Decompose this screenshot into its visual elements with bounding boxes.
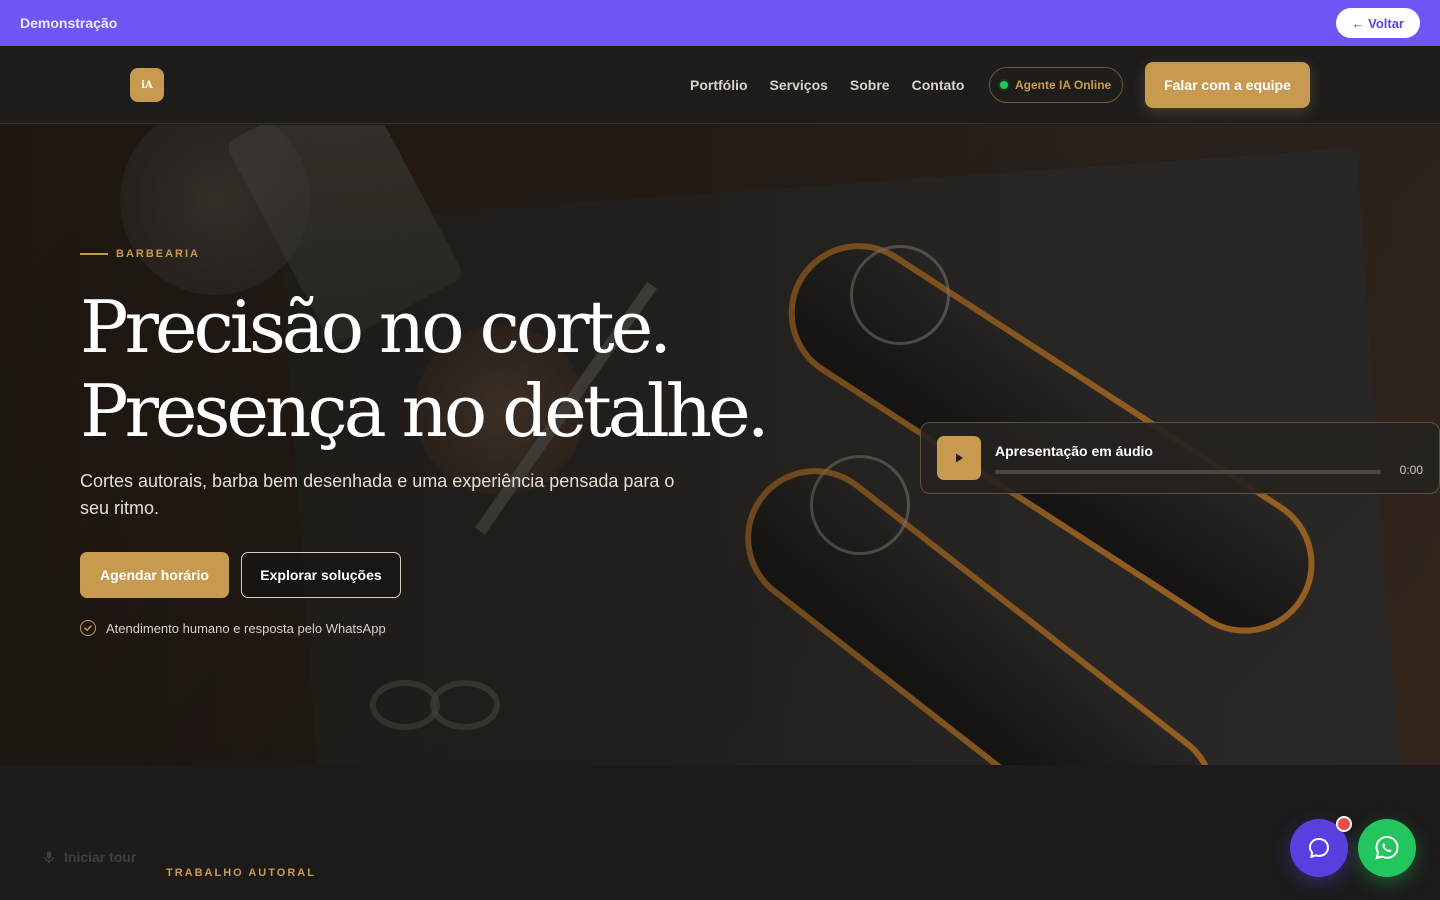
chat-bubble-icon <box>1309 838 1329 858</box>
book-appointment-button[interactable]: Agendar horário <box>80 552 229 598</box>
audio-title: Apresentação em áudio <box>995 442 1153 459</box>
notification-dot <box>1336 816 1352 832</box>
eyebrow-line <box>80 253 108 255</box>
assurance-note: Atendimento humano e resposta pelo Whats… <box>80 620 386 636</box>
portfolio-section: TRABALHO AUTORAL <box>0 765 1440 900</box>
whatsapp-icon <box>1375 835 1399 860</box>
nav-link-sobre[interactable]: Sobre <box>850 77 890 93</box>
nav-link-portfolio[interactable]: Portfólio <box>690 77 748 93</box>
audio-body: Apresentação em áudio <box>995 443 1385 474</box>
back-button[interactable]: ← Voltar <box>1335 8 1420 38</box>
explore-solutions-button[interactable]: Explorar soluções <box>241 552 401 598</box>
hero-eyebrow: BARBEARIA <box>80 248 200 260</box>
nav-link-contato[interactable]: Contato <box>912 77 965 93</box>
start-tour-label: Iniciar tour <box>64 849 137 865</box>
headline-line-1: Precisão no corte. <box>80 285 672 369</box>
online-status-dot <box>1000 81 1008 89</box>
hero-section: BARBEARIA Precisão no corte. Presença no… <box>0 125 1440 765</box>
whatsapp-button[interactable] <box>1358 819 1416 877</box>
site-header: iA Portfólio Serviços Sobre Contato Agen… <box>0 46 1440 124</box>
audio-time: 0:00 <box>1399 463 1423 477</box>
play-button[interactable] <box>937 436 981 480</box>
section-eyebrow: TRABALHO AUTORAL <box>166 867 316 879</box>
agent-status-pill[interactable]: Agente IA Online <box>989 67 1124 103</box>
hero-headline: Precisão no corte. Presença no detalhe. <box>80 285 770 453</box>
hero-subtitle: Cortes autorais, barba bem desenhada e u… <box>80 471 675 518</box>
hero-eyebrow-label: BARBEARIA <box>116 248 200 260</box>
logo[interactable]: iA <box>130 68 164 102</box>
start-tour-button[interactable]: Iniciar tour <box>24 838 155 876</box>
demo-bar: Demonstração ← Voltar <box>0 0 1440 46</box>
audio-progress-track[interactable] <box>995 469 1381 474</box>
headline-line-2: Presença no detalhe. <box>80 369 770 453</box>
assurance-text: Atendimento humano e resposta pelo Whats… <box>106 620 386 636</box>
nav-link-servicos[interactable]: Serviços <box>770 77 828 93</box>
play-icon <box>956 453 963 463</box>
mic-icon <box>44 851 54 863</box>
agent-status-label: Agente IA Online <box>1015 78 1112 92</box>
demo-label: Demonstração <box>20 15 118 31</box>
main-nav: Portfólio Serviços Sobre Contato <box>690 46 965 124</box>
check-circle-icon <box>80 620 96 636</box>
talk-to-team-button[interactable]: Falar com a equipe <box>1145 62 1310 108</box>
audio-player: Apresentação em áudio 0:00 <box>920 422 1440 494</box>
